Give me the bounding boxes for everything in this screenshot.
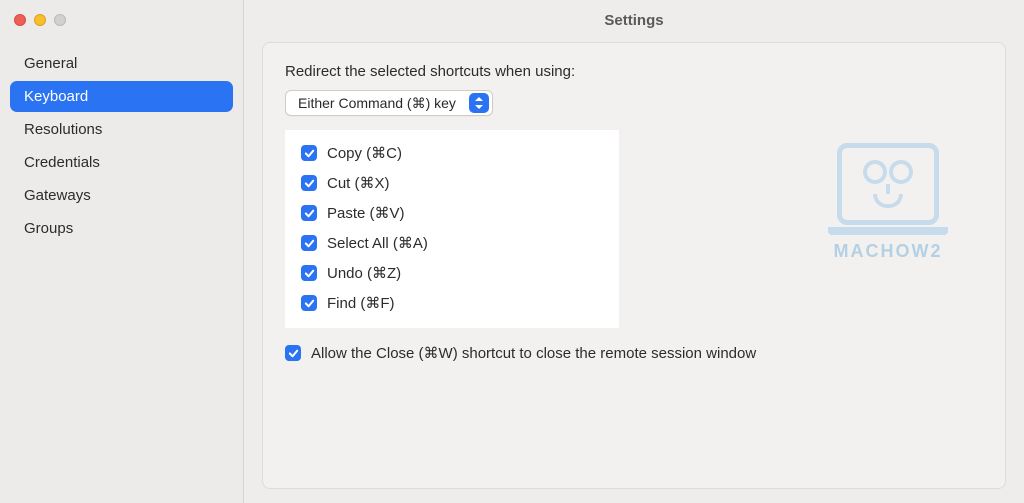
shortcut-checkbox[interactable]	[301, 145, 317, 161]
maximize-window-icon[interactable]	[54, 14, 66, 26]
allow-close-label: Allow the Close (⌘W) shortcut to close t…	[311, 344, 756, 362]
settings-panel: Redirect the selected shortcuts when usi…	[262, 42, 1006, 489]
window-controls	[0, 0, 243, 40]
shortcut-label: Find (⌘F)	[327, 294, 395, 312]
shortcut-label: Select All (⌘A)	[327, 234, 428, 252]
allow-close-row: Allow the Close (⌘W) shortcut to close t…	[285, 344, 983, 362]
close-window-icon[interactable]	[14, 14, 26, 26]
sidebar-nav: GeneralKeyboardResolutionsCredentialsGat…	[0, 40, 243, 252]
select-stepper-icon	[469, 93, 489, 113]
sidebar-item-credentials[interactable]: Credentials	[10, 147, 233, 178]
shortcut-checkbox[interactable]	[301, 235, 317, 251]
shortcut-checkbox[interactable]	[301, 295, 317, 311]
shortcut-label: Cut (⌘X)	[327, 174, 390, 192]
allow-close-checkbox[interactable]	[285, 345, 301, 361]
shortcut-checkbox[interactable]	[301, 265, 317, 281]
main-area: Settings Redirect the selected shortcuts…	[244, 0, 1024, 503]
sidebar-item-groups[interactable]: Groups	[10, 213, 233, 244]
shortcut-row: Paste (⌘V)	[301, 204, 603, 222]
shortcut-label: Undo (⌘Z)	[327, 264, 401, 282]
sidebar-item-general[interactable]: General	[10, 48, 233, 79]
shortcut-list: Copy (⌘C) Cut (⌘X) Paste (⌘V) Select All (⌘…	[285, 130, 619, 328]
watermark-text: MACHOW2	[818, 241, 958, 262]
minimize-window-icon[interactable]	[34, 14, 46, 26]
shortcut-checkbox[interactable]	[301, 175, 317, 191]
shortcut-row: Cut (⌘X)	[301, 174, 603, 192]
sidebar: GeneralKeyboardResolutionsCredentialsGat…	[0, 0, 244, 503]
shortcut-label: Copy (⌘C)	[327, 144, 402, 162]
shortcut-row: Undo (⌘Z)	[301, 264, 603, 282]
shortcut-row: Select All (⌘A)	[301, 234, 603, 252]
redirect-label: Redirect the selected shortcuts when usi…	[285, 63, 983, 80]
watermark: MACHOW2	[818, 143, 958, 262]
command-key-select[interactable]: Either Command (⌘) key	[285, 90, 493, 116]
shortcut-row: Copy (⌘C)	[301, 144, 603, 162]
shortcut-checkbox[interactable]	[301, 205, 317, 221]
page-title: Settings	[244, 0, 1024, 40]
shortcut-row: Find (⌘F)	[301, 294, 603, 312]
sidebar-item-keyboard[interactable]: Keyboard	[10, 81, 233, 112]
command-key-select-value: Either Command (⌘) key	[298, 95, 466, 112]
sidebar-item-resolutions[interactable]: Resolutions	[10, 114, 233, 145]
shortcut-label: Paste (⌘V)	[327, 204, 405, 222]
sidebar-item-gateways[interactable]: Gateways	[10, 180, 233, 211]
